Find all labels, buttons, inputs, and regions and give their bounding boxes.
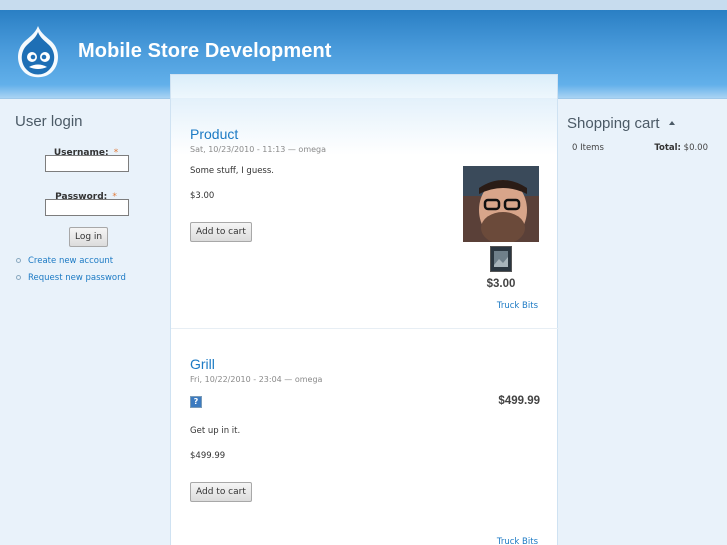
thumbnail-icon bbox=[491, 247, 511, 271]
node-meta: Sat, 10/23/2010 - 11:13 — omega bbox=[190, 145, 327, 154]
person-photo-icon bbox=[463, 166, 539, 242]
add-to-cart-button[interactable]: Add to cart bbox=[190, 482, 252, 502]
cart-total-label: Total: bbox=[654, 143, 681, 153]
grill-node: Grill Fri, 10/22/2010 - 23:04 — omega ? … bbox=[190, 356, 540, 502]
link-row: Create new account bbox=[16, 252, 126, 269]
node-price: $499.99 bbox=[190, 451, 226, 461]
collapse-arrow-icon[interactable] bbox=[668, 121, 675, 125]
create-account-link[interactable]: Create new account bbox=[28, 256, 113, 266]
node-divider bbox=[171, 328, 559, 329]
content-tab-bar bbox=[171, 75, 557, 99]
node-body: Get up in it. bbox=[190, 426, 241, 436]
drupal-logo-icon[interactable] bbox=[14, 24, 62, 82]
node-title[interactable]: Grill bbox=[190, 356, 540, 372]
login-button[interactable]: Log in bbox=[69, 227, 109, 247]
cart-item-count: 0 Items bbox=[572, 143, 604, 153]
product-thumbnail[interactable] bbox=[490, 246, 512, 272]
bullet-icon bbox=[16, 275, 21, 280]
cart-total: Total: $0.00 bbox=[654, 143, 708, 153]
user-login-title: User login bbox=[15, 113, 83, 130]
node-price: $3.00 bbox=[190, 191, 215, 201]
login-links: Create new account Request new password bbox=[16, 252, 126, 286]
grill-side-price: $499.99 bbox=[498, 395, 540, 407]
taxonomy-link[interactable]: Truck Bits bbox=[497, 301, 538, 311]
site-name[interactable]: Mobile Store Development bbox=[78, 40, 332, 63]
main-content: Product Sat, 10/23/2010 - 11:13 — omega … bbox=[170, 74, 559, 545]
user-login-block: User login bbox=[15, 113, 165, 130]
shopping-cart-block: Shopping cart bbox=[567, 113, 722, 132]
node-meta: Fri, 10/22/2010 - 23:04 — omega bbox=[190, 375, 323, 384]
node-body: Some stuff, I guess. bbox=[190, 166, 274, 176]
product-image[interactable] bbox=[463, 166, 539, 242]
node-title[interactable]: Product bbox=[190, 126, 540, 142]
bullet-icon bbox=[16, 258, 21, 263]
product-side-price: $3.00 bbox=[486, 278, 516, 290]
link-row: Request new password bbox=[16, 269, 126, 286]
add-to-cart-button[interactable]: Add to cart bbox=[190, 222, 252, 242]
taxonomy-link[interactable]: Truck Bits bbox=[497, 537, 538, 545]
request-password-link[interactable]: Request new password bbox=[28, 273, 126, 283]
username-field[interactable] bbox=[45, 155, 129, 172]
password-field[interactable] bbox=[45, 199, 129, 216]
cart-summary: 0 Items Total: $0.00 bbox=[572, 143, 708, 153]
shopping-cart-title[interactable]: Shopping cart bbox=[567, 115, 660, 132]
cart-total-value: $0.00 bbox=[683, 143, 708, 153]
product-node: Product Sat, 10/23/2010 - 11:13 — omega … bbox=[190, 126, 540, 242]
missing-image-icon[interactable]: ? bbox=[190, 396, 202, 408]
top-strip bbox=[0, 0, 727, 10]
